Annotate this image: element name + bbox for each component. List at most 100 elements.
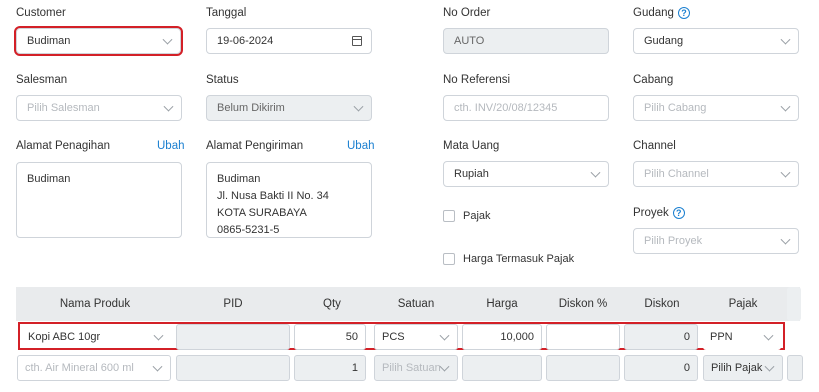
proyek-label: Proyek?: [633, 207, 685, 219]
chevron-down-icon: [439, 330, 450, 341]
header-diskon-pct: Diskon %: [558, 298, 608, 310]
chevron-down-icon: [780, 167, 791, 178]
alamat-pengiriman-line: Budiman: [217, 173, 261, 185]
cabang-placeholder: Pilih Cabang: [644, 102, 707, 114]
diskon-value: 0: [683, 331, 690, 343]
alamat-pengiriman-line: Jl. Nusa Bakti II No. 34: [217, 190, 329, 202]
status-label: Status: [206, 74, 239, 86]
harga-input[interactable]: [462, 355, 542, 381]
chevron-down-icon: [163, 101, 174, 112]
proyek-select[interactable]: Pilih Proyek: [633, 228, 799, 254]
pid-input: [176, 324, 290, 350]
alamat-penagihan-line: Budiman: [27, 173, 71, 185]
tanggal-value: 19-06-2024: [217, 35, 274, 47]
qty-value: 50: [345, 331, 358, 343]
cabang-label: Cabang: [633, 74, 674, 86]
table-extra-cell: [787, 355, 803, 381]
produk-select[interactable]: cth. Air Mineral 600 ml: [17, 355, 171, 381]
diskon-input: 0: [624, 324, 698, 350]
pajak-select[interactable]: Pilih Pajak: [703, 355, 783, 381]
status-value: Belum Dikirim: [217, 102, 285, 114]
alamat-penagihan-ubah-link[interactable]: Ubah: [157, 140, 185, 152]
qty-input[interactable]: 50: [294, 324, 366, 350]
salesman-select[interactable]: Pilih Salesman: [16, 95, 182, 121]
no-order-input: AUTO: [443, 28, 609, 54]
chevron-down-icon: [353, 101, 364, 112]
harga-termasuk-pajak-label: Harga Termasuk Pajak: [463, 253, 575, 265]
satuan-value: PCS: [382, 331, 405, 343]
table-header-extra: [787, 287, 801, 321]
pajak-placeholder: Pilih Pajak: [711, 362, 763, 374]
header-harga: Harga: [486, 298, 518, 310]
mata-uang-label: Mata Uang: [443, 140, 500, 152]
salesman-label: Salesman: [16, 74, 68, 86]
alamat-penagihan-label: Alamat Penagihan: [16, 140, 110, 152]
no-order-label: No Order: [443, 7, 491, 19]
chevron-down-icon: [153, 330, 164, 341]
alamat-pengiriman-textarea[interactable]: Budiman Jl. Nusa Bakti II No. 34 KOTA SU…: [206, 162, 372, 238]
customer-value: Budiman: [27, 35, 71, 47]
tanggal-date-input[interactable]: 19-06-2024: [206, 28, 372, 54]
qty-value: 1: [351, 362, 358, 374]
chevron-down-icon: [764, 361, 775, 372]
chevron-down-icon: [780, 234, 791, 245]
produk-select[interactable]: Kopi ABC 10gr: [21, 324, 171, 350]
produk-placeholder: cth. Air Mineral 600 ml: [25, 362, 134, 374]
channel-label: Channel: [633, 140, 676, 152]
satuan-select[interactable]: PCS: [374, 324, 458, 350]
header-qty: Qty: [323, 298, 341, 310]
gudang-select[interactable]: Gudang: [633, 28, 799, 54]
gudang-label: Gudang?: [633, 7, 690, 19]
satuan-select[interactable]: Pilih Satuan: [374, 355, 458, 381]
satuan-placeholder: Pilih Satuan: [382, 362, 441, 374]
gudang-value: Gudang: [644, 35, 684, 47]
no-referensi-input[interactable]: cth. INV/20/08/12345: [443, 95, 609, 121]
customer-label: Customer: [16, 7, 66, 19]
pajak-select[interactable]: PPN: [703, 324, 781, 350]
channel-select[interactable]: Pilih Channel: [633, 161, 799, 187]
info-icon[interactable]: ?: [672, 207, 685, 219]
chevron-down-icon: [763, 330, 774, 341]
alamat-pengiriman-ubah-link[interactable]: Ubah: [347, 140, 375, 152]
pajak-checkbox-row[interactable]: Pajak: [443, 210, 491, 222]
alamat-pengiriman-label: Alamat Pengiriman: [206, 140, 304, 152]
no-order-value: AUTO: [454, 35, 485, 47]
no-referensi-placeholder: cth. INV/20/08/12345: [454, 102, 558, 114]
status-select: Belum Dikirim: [206, 95, 372, 121]
salesman-placeholder: Pilih Salesman: [27, 102, 100, 114]
product-table-header: Nama Produk PID Qty Satuan Harga Diskon …: [16, 287, 800, 321]
info-icon[interactable]: ?: [677, 7, 690, 19]
produk-value: Kopi ABC 10gr: [28, 331, 101, 343]
pajak-checkbox[interactable]: [443, 210, 455, 222]
calendar-icon[interactable]: [352, 36, 362, 46]
chevron-down-icon: [152, 361, 163, 372]
chevron-down-icon: [439, 361, 450, 372]
diskon-value: 0: [683, 362, 690, 374]
pajak-checkbox-label: Pajak: [463, 210, 491, 222]
pajak-value: PPN: [710, 331, 733, 343]
header-diskon: Diskon: [644, 298, 680, 310]
mata-uang-select[interactable]: Rupiah: [443, 161, 609, 187]
diskon-pct-input[interactable]: [546, 324, 620, 350]
harga-input[interactable]: 10,000: [462, 324, 542, 350]
customer-select[interactable]: Budiman: [14, 26, 183, 56]
chevron-down-icon: [590, 167, 601, 178]
header-pid: PID: [223, 298, 243, 310]
diskon-pct-input[interactable]: [546, 355, 620, 381]
header-satuan: Satuan: [397, 298, 435, 310]
alamat-pengiriman-line: KOTA SURABAYA: [217, 207, 307, 219]
tanggal-label: Tanggal: [206, 7, 247, 19]
qty-input[interactable]: 1: [294, 355, 366, 381]
no-referensi-label: No Referensi: [443, 74, 511, 86]
channel-placeholder: Pilih Channel: [644, 168, 709, 180]
chevron-down-icon: [162, 34, 173, 45]
diskon-input: 0: [624, 355, 698, 381]
harga-termasuk-pajak-row[interactable]: Harga Termasuk Pajak: [443, 253, 574, 265]
cabang-select[interactable]: Pilih Cabang: [633, 95, 799, 121]
header-pajak: Pajak: [728, 298, 758, 310]
chevron-down-icon: [780, 101, 791, 112]
header-nama-produk: Nama Produk: [59, 298, 131, 310]
harga-value: 10,000: [500, 331, 534, 343]
harga-termasuk-pajak-checkbox[interactable]: [443, 253, 455, 265]
alamat-penagihan-textarea[interactable]: Budiman: [16, 162, 182, 238]
